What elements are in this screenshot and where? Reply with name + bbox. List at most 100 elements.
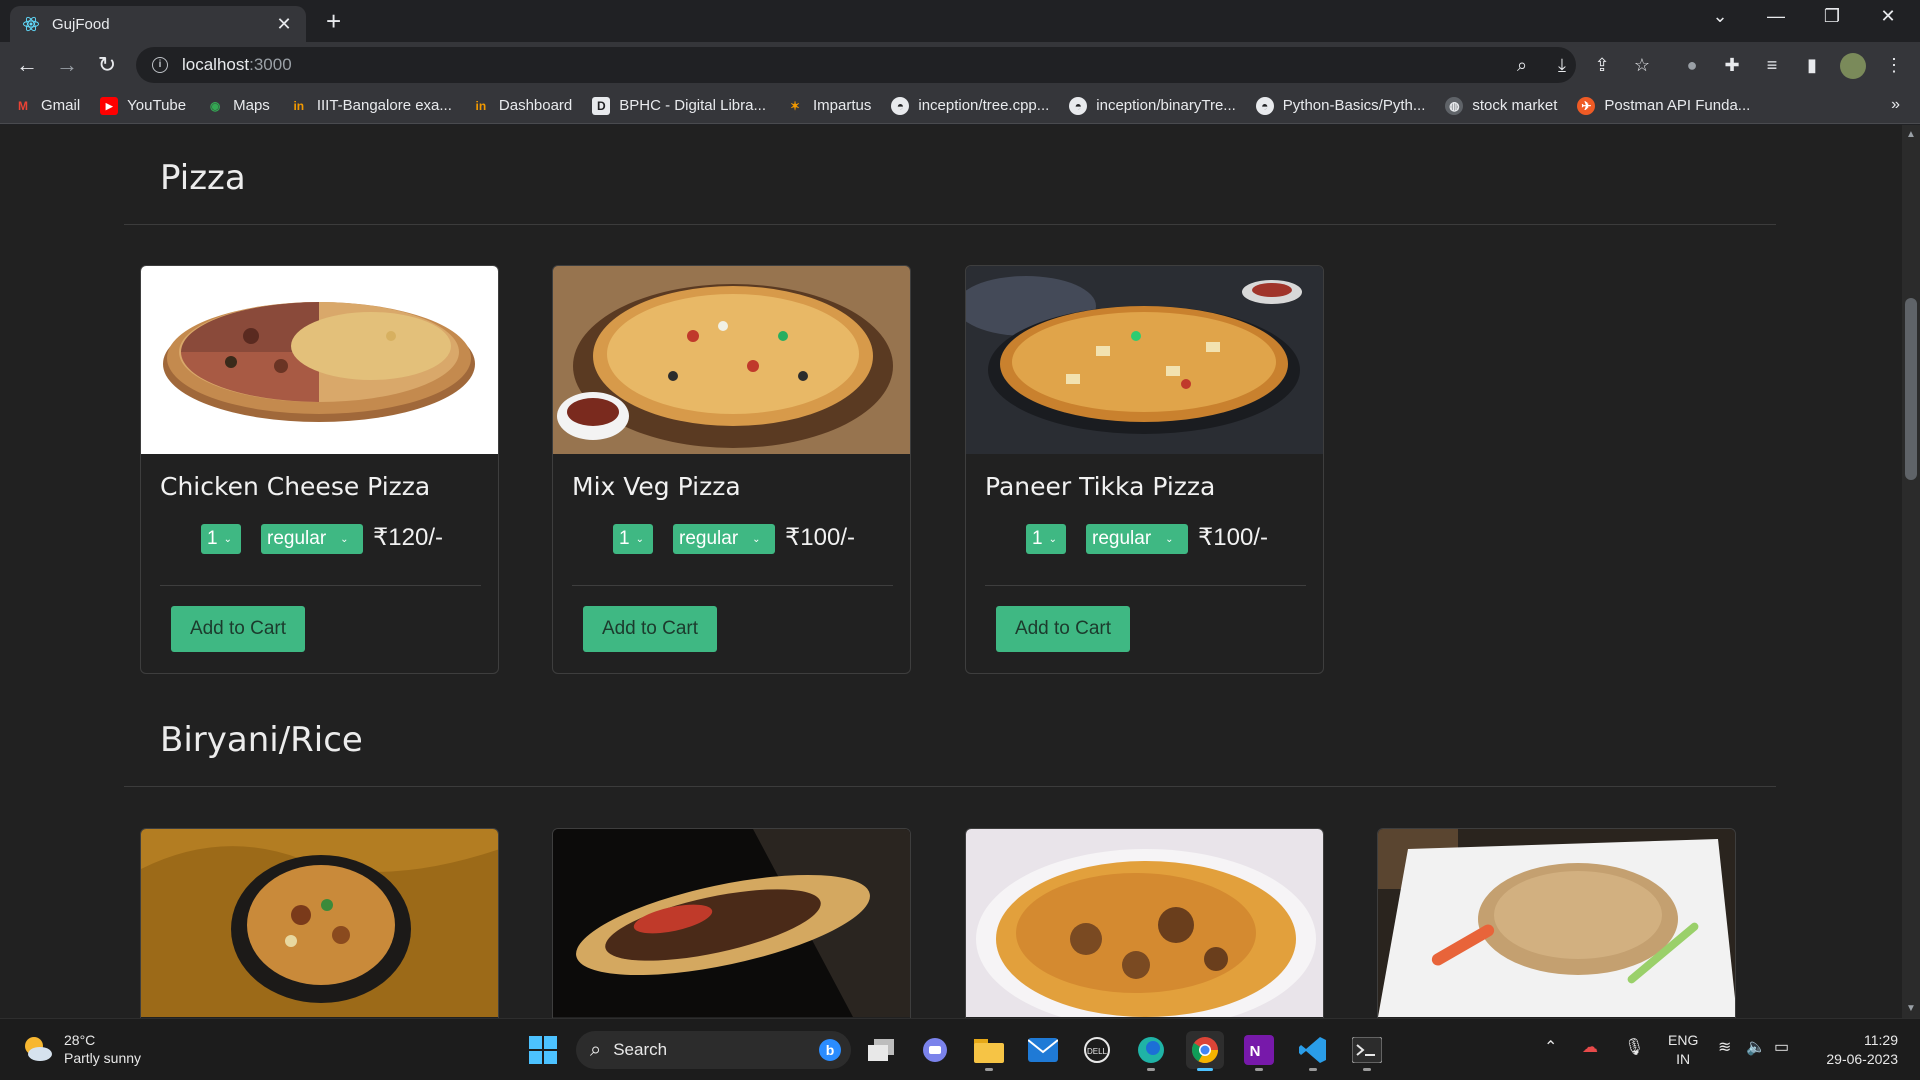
section-title-pizza: Pizza [160, 158, 246, 198]
add-to-cart-button[interactable]: Add to Cart [583, 606, 717, 652]
postman-icon: ✈ [1577, 96, 1596, 115]
onenote-icon[interactable]: N [1240, 1031, 1278, 1071]
wifi-icon[interactable]: ≋ [1718, 1037, 1731, 1057]
tab-title: GujFood [52, 15, 110, 33]
food-card [965, 828, 1324, 1018]
food-image-biryani [141, 829, 498, 1017]
add-to-cart-button[interactable]: Add to Cart [171, 606, 305, 652]
scroll-up-icon[interactable]: ▲ [1906, 129, 1916, 140]
bookmark-dashboard[interactable]: in Dashboard [472, 97, 573, 115]
food-card [552, 828, 911, 1018]
bookmark-github-python[interactable]: ◓ Python-Basics/Pyth... [1255, 96, 1425, 115]
bookmark-gmail[interactable]: M Gmail [14, 97, 80, 115]
new-tab-button[interactable]: + [326, 8, 341, 34]
iiitb-icon: in [475, 98, 487, 113]
bookmark-iiitb[interactable]: in IIIT-Bangalore exa... [290, 97, 451, 115]
scroll-thumb[interactable] [1905, 298, 1917, 480]
food-price: ₹100/- [1198, 524, 1268, 551]
food-name: Paneer Tikka Pizza [985, 472, 1216, 501]
bookmark-bphc[interactable]: D BPHC - Digital Libra... [592, 96, 766, 115]
task-view-icon[interactable] [862, 1031, 900, 1069]
menu-kebab-icon[interactable]: ⋮ [1882, 53, 1906, 77]
edge-icon[interactable] [1132, 1031, 1170, 1071]
vscode-icon[interactable] [1294, 1031, 1332, 1071]
bookmark-github-binarytree[interactable]: ◓ inception/binaryTre... [1069, 96, 1236, 115]
maps-icon: ◉ [209, 98, 221, 113]
install-icon[interactable]: ⤓ [1550, 53, 1574, 77]
address-bar[interactable]: i localhost:3000 [136, 47, 1576, 83]
restore-button[interactable]: ❐ [1812, 6, 1852, 27]
food-card [140, 828, 499, 1018]
bookmarks-bar: M Gmail ▶ YouTube ◉ Maps in IIIT-Bangalo… [0, 88, 1920, 124]
size-select[interactable]: regular ⌄ [261, 524, 363, 554]
weather-widget[interactable]: 28°C Partly sunny [20, 1031, 141, 1067]
windows-start-icon[interactable] [524, 1031, 562, 1069]
food-image-chicken-cheese-pizza [141, 266, 498, 454]
bookmark-youtube[interactable]: ▶ YouTube [100, 96, 186, 115]
food-price: ₹100/- [785, 524, 855, 551]
close-tab-icon[interactable]: ✕ [274, 14, 294, 35]
food-price: ₹120/- [373, 524, 443, 551]
tab-strip: GujFood ✕ + ⌄ — ❐ ✕ [0, 0, 1920, 42]
reload-icon[interactable]: ↻ [92, 50, 122, 80]
terminal-icon[interactable] [1348, 1031, 1386, 1071]
impartus-icon: ✶ [789, 98, 801, 113]
system-clock[interactable]: 11:29 29-06-2023 [1814, 1031, 1898, 1069]
minimize-button[interactable]: — [1756, 6, 1796, 27]
language-indicator[interactable]: ENG IN [1668, 1031, 1698, 1069]
food-image-paneer-tikka-pizza [966, 266, 1323, 454]
browser-tab-active[interactable]: GujFood ✕ [10, 6, 306, 42]
side-panel-icon[interactable]: ▮ [1800, 53, 1824, 77]
mail-icon[interactable] [1024, 1031, 1062, 1069]
search-label: Search [613, 1040, 668, 1059]
bookmarks-overflow-icon[interactable]: » [1891, 96, 1900, 114]
clock-time: 11:29 [1864, 1032, 1898, 1048]
share-icon[interactable]: ⇪ [1590, 53, 1614, 77]
section-title-biryani-rice: Biryani/Rice [160, 720, 363, 760]
site-info-icon[interactable]: i [152, 57, 168, 73]
svg-text:DELL: DELL [1087, 1047, 1108, 1056]
quantity-select[interactable]: 1 ⌄ [1026, 524, 1066, 554]
bookmark-postman[interactable]: ✈ Postman API Funda... [1577, 96, 1750, 115]
food-card: Mix Veg Pizza 1 ⌄ regular ⌄ ₹100/- Add to … [552, 265, 911, 674]
battery-icon[interactable]: ▭ [1774, 1037, 1789, 1057]
chrome-icon[interactable] [1186, 1031, 1224, 1071]
zoom-search-icon[interactable]: ⌕ [1510, 53, 1534, 77]
size-select[interactable]: regular ⌄ [1086, 524, 1188, 554]
forward-arrow-icon[interactable]: → [52, 50, 82, 80]
taskbar-search-box[interactable]: ⌕ Search b [576, 1031, 851, 1069]
bookmark-github-tree[interactable]: ◓ inception/tree.cpp... [891, 96, 1049, 115]
github-icon: ◓ [1255, 96, 1274, 115]
back-arrow-icon[interactable]: ← [12, 50, 42, 80]
bookmark-star-icon[interactable]: ☆ [1630, 53, 1654, 77]
size-select[interactable]: regular ⌄ [673, 524, 775, 554]
chevron-up-icon[interactable]: ⌃ [1544, 1037, 1557, 1057]
extensions-puzzle-icon[interactable]: ✚ [1720, 53, 1744, 77]
close-window-button[interactable]: ✕ [1868, 6, 1908, 27]
github-icon: ◓ [891, 96, 910, 115]
scroll-down-icon[interactable]: ▼ [1906, 1003, 1916, 1014]
onedrive-icon[interactable]: ☁ [1582, 1037, 1598, 1057]
bookmark-impartus[interactable]: ✶ Impartus [786, 97, 871, 115]
microphone-icon[interactable]: 🎙 [1624, 1037, 1644, 1057]
food-name: Mix Veg Pizza [572, 472, 741, 501]
volume-icon[interactable]: 🔈 [1746, 1037, 1766, 1057]
add-to-cart-button[interactable]: Add to Cart [996, 606, 1130, 652]
food-image-fried-rice [1378, 829, 1735, 1017]
region-code: IN [1676, 1051, 1691, 1067]
media-control-icon[interactable]: ≡ [1760, 53, 1784, 77]
page-scrollbar[interactable]: ▲ ▼ [1902, 125, 1920, 1018]
bookmark-maps[interactable]: ◉ Maps [206, 97, 270, 115]
dell-icon[interactable]: DELL [1078, 1031, 1116, 1069]
bookmark-stock-market[interactable]: ◍ stock market [1445, 96, 1557, 115]
food-image-rice-platter [553, 829, 910, 1017]
file-explorer-icon[interactable] [970, 1031, 1008, 1071]
profile-avatar[interactable] [1840, 53, 1866, 79]
quantity-select[interactable]: 1 ⌄ [201, 524, 241, 554]
extension-icon[interactable]: ● [1680, 53, 1704, 77]
page-viewport: Pizza Chicken Cheese Pizza 1 ⌄ regular ⌄ ₹… [0, 125, 1902, 1018]
teams-chat-icon[interactable] [916, 1031, 954, 1069]
quantity-select[interactable]: 1 ⌄ [613, 524, 653, 554]
chevron-down-icon: ⌄ [635, 533, 644, 545]
tab-search-icon[interactable]: ⌄ [1700, 6, 1740, 27]
